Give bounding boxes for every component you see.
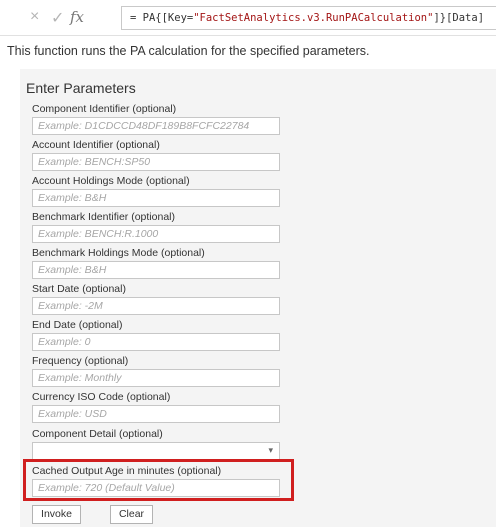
benchmark-holdings-mode-input[interactable] [32,261,280,279]
cached-output-age-input[interactable] [32,479,280,497]
check-icon[interactable]: ✓ [51,8,64,28]
formula-input[interactable]: = PA{[Key="FactSetAnalytics.v3.RunPACalc… [121,6,496,30]
clear-button[interactable]: Clear [110,505,153,524]
function-description: This function runs the PA calculation fo… [7,44,370,58]
frequency-label: Frequency (optional) [32,355,129,367]
end-date-label: End Date (optional) [32,319,123,331]
cancel-icon[interactable]: × [30,8,39,26]
start-date-label: Start Date (optional) [32,283,126,295]
cached-output-age-label: Cached Output Age in minutes (optional) [32,465,222,477]
benchmark-holdings-mode-label: Benchmark Holdings Mode (optional) [32,247,205,259]
account-holdings-mode-label: Account Holdings Mode (optional) [32,175,190,187]
frequency-input[interactable] [32,369,280,387]
chevron-down-icon[interactable]: ▾ [268,445,273,456]
formula-prefix: = PA{[Key= [130,12,194,24]
formula-string: "FactSetAnalytics.v3.RunPACalculation" [193,12,434,24]
component-identifier-label: Component Identifier (optional) [32,103,177,115]
component-identifier-input[interactable] [32,117,280,135]
end-date-input[interactable] [32,333,280,351]
account-holdings-mode-input[interactable] [32,189,280,207]
fx-icon[interactable]: fx [70,8,84,26]
benchmark-identifier-label: Benchmark Identifier (optional) [32,211,175,223]
formula-bar: × ✓ fx = PA{[Key="FactSetAnalytics.v3.Ru… [0,0,496,36]
account-identifier-input[interactable] [32,153,280,171]
start-date-input[interactable] [32,297,280,315]
invoke-button[interactable]: Invoke [32,505,81,524]
component-detail-label: Component Detail (optional) [32,428,163,440]
parameters-panel: Enter Parameters Component Identifier (o… [20,69,496,527]
component-detail-select[interactable]: ▾ [32,442,280,460]
account-identifier-label: Account Identifier (optional) [32,139,160,151]
currency-iso-code-label: Currency ISO Code (optional) [32,391,171,403]
panel-title: Enter Parameters [26,80,136,96]
benchmark-identifier-input[interactable] [32,225,280,243]
currency-iso-code-input[interactable] [32,405,280,423]
formula-suffix: ]}[Data] [433,12,485,24]
